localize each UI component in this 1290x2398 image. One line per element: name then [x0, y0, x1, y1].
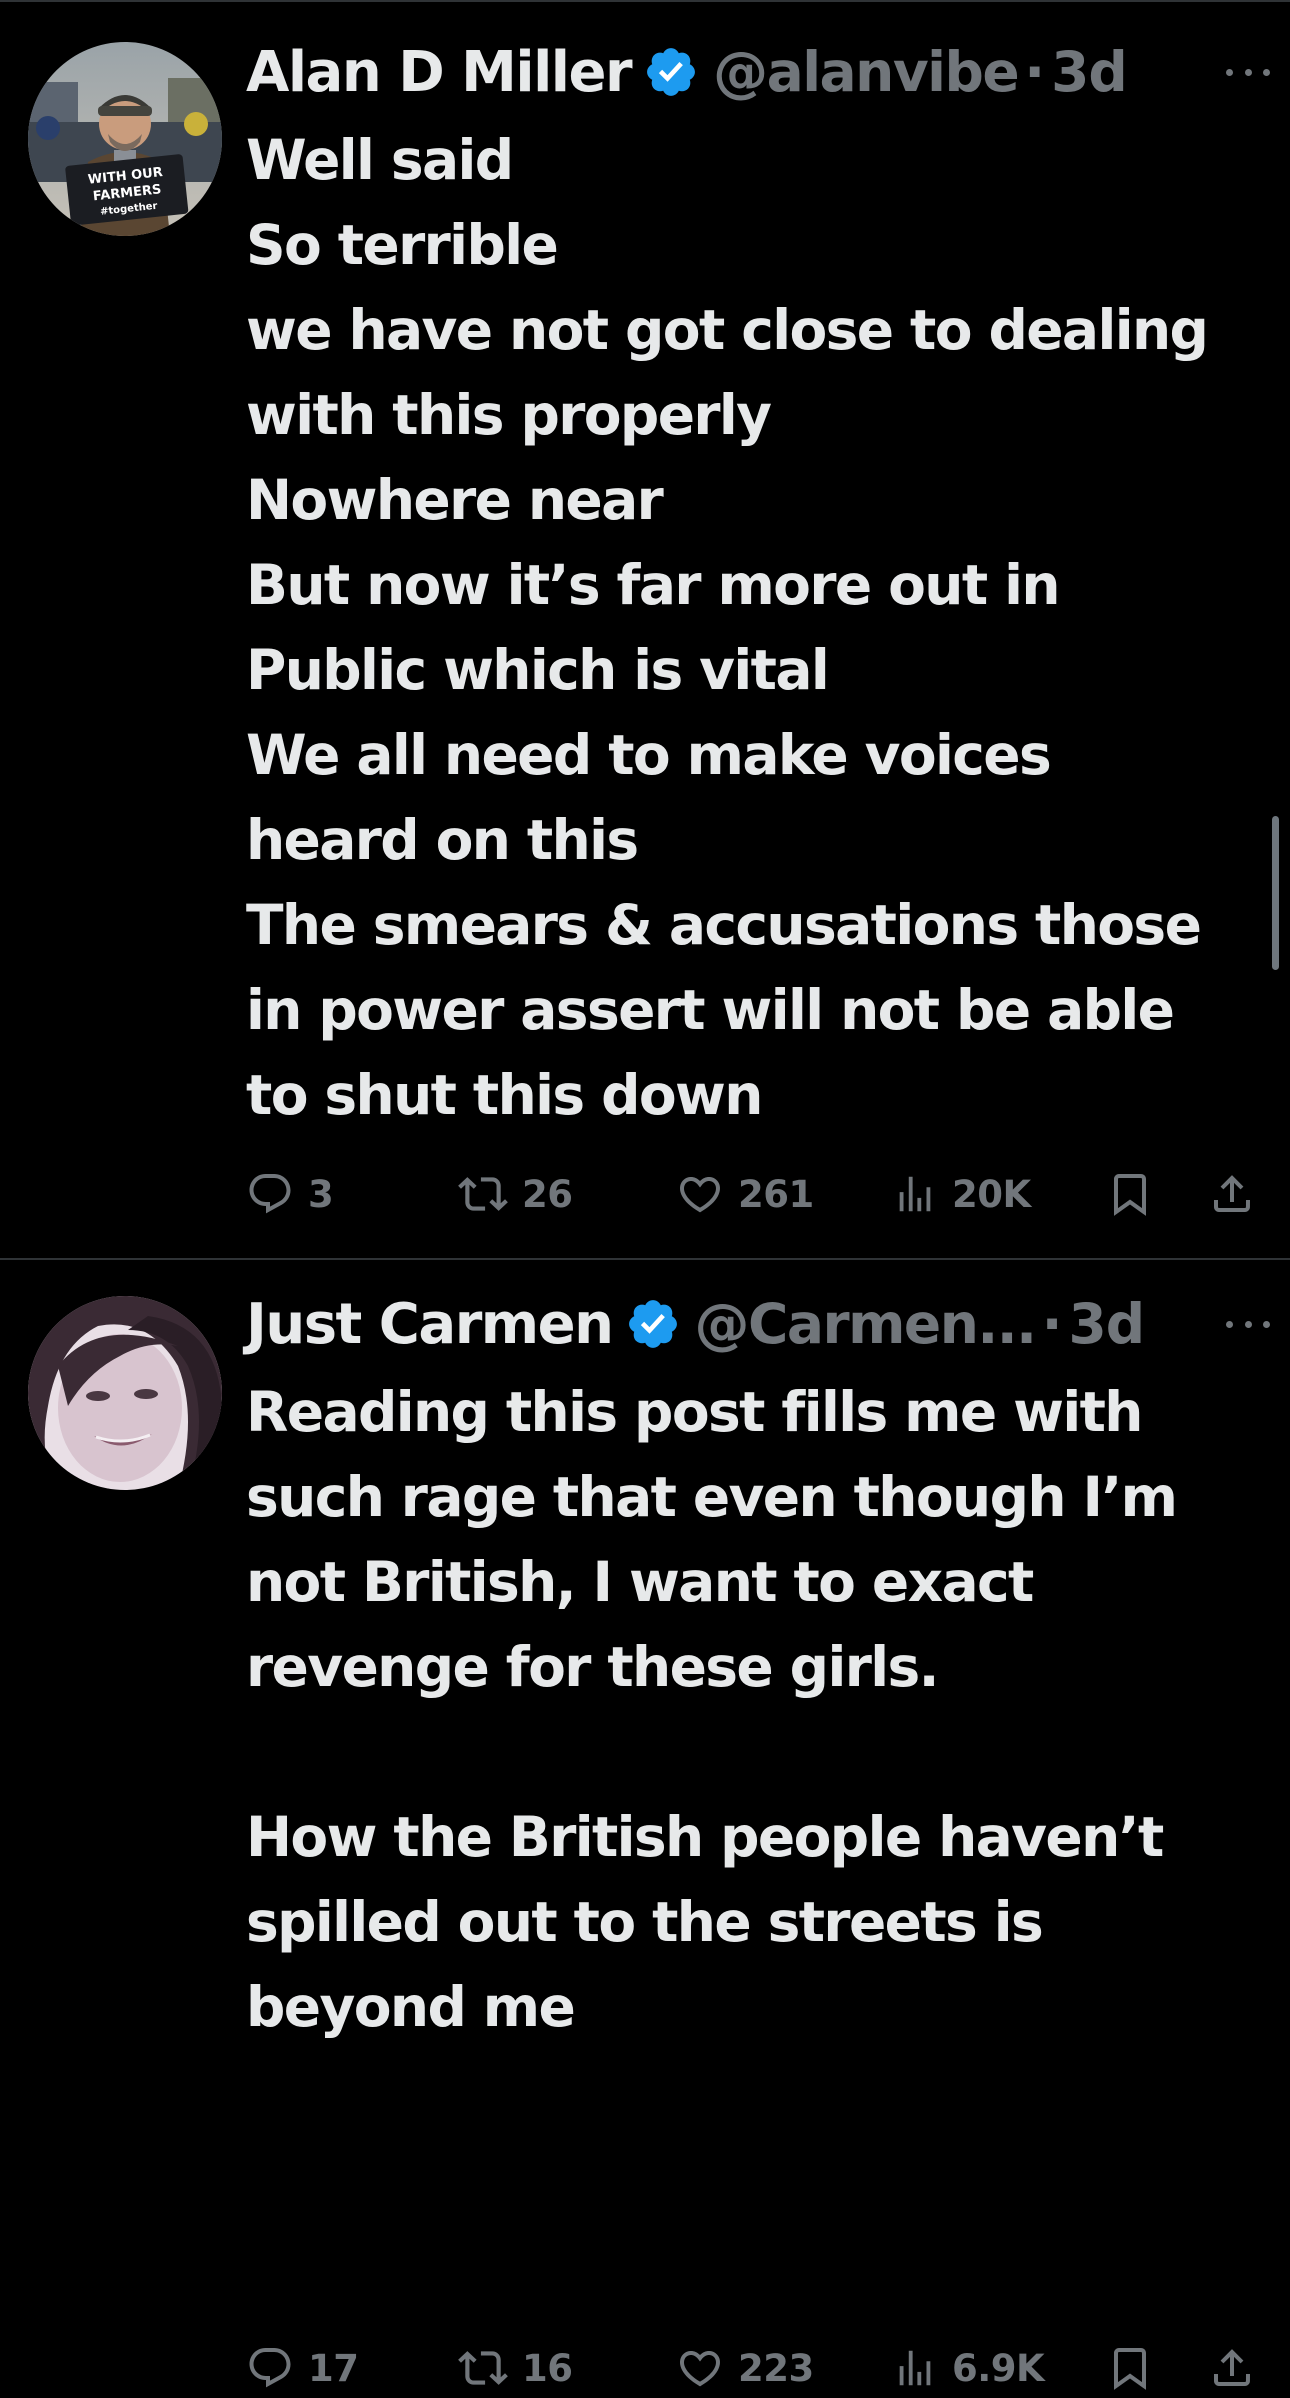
- tweet-text-line: How the British people haven’t: [246, 1805, 1164, 1869]
- repost-count: 16: [522, 2346, 573, 2390]
- handle[interactable]: @alanvibe: [713, 40, 1020, 104]
- like-count: 261: [738, 1172, 814, 1216]
- tweet-text-line: So terrible: [246, 213, 559, 277]
- timestamp[interactable]: 3d: [1068, 1292, 1145, 1356]
- views-button[interactable]: 20K: [892, 1164, 1031, 1224]
- display-name[interactable]: Just Carmen: [246, 1292, 614, 1357]
- separator-dot: ·: [1024, 40, 1046, 104]
- tweet-just-carmen[interactable]: Just Carmen @Carmen... · 3d Reading this…: [0, 1260, 1290, 2390]
- views-button[interactable]: 6.9K: [892, 2338, 1045, 2398]
- views-count: 20K: [952, 1172, 1031, 1216]
- separator-dot: ·: [1041, 1292, 1063, 1356]
- tweet-text-line: spilled out to the streets is: [246, 1890, 1044, 1954]
- display-name[interactable]: Alan D Miller: [246, 40, 633, 105]
- bookmark-icon: [1114, 1174, 1146, 1216]
- tweet-header: Just Carmen @Carmen... · 3d: [246, 1288, 1270, 1360]
- tweet-text-line: with this properly: [246, 383, 772, 447]
- tweet-text-line: Nowhere near: [246, 468, 664, 532]
- avatar[interactable]: WITH OUR FARMERS #together: [28, 42, 222, 236]
- tweet-actions: 3 26 261 20K: [246, 1164, 1256, 1224]
- tweet-text-line: revenge for these girls.: [246, 1635, 940, 1699]
- repost-icon: [458, 1177, 508, 1211]
- share-icon: [1214, 2349, 1250, 2386]
- tweet-alan-d-miller[interactable]: WITH OUR FARMERS #together Alan D Miller…: [0, 0, 1290, 1258]
- views-chart-icon: [899, 1176, 931, 1212]
- scrollbar[interactable]: [1272, 816, 1279, 970]
- tweet-text-line: But now it’s far more out in: [246, 553, 1061, 617]
- bookmark-button[interactable]: [1106, 1164, 1154, 1224]
- verified-badge-icon[interactable]: [625, 1296, 681, 1352]
- tweet-text-line: heard on this: [246, 808, 639, 872]
- tweet-actions: 17 16 223 6.9K: [246, 2338, 1256, 2398]
- handle[interactable]: @Carmen...: [695, 1292, 1038, 1356]
- like-button[interactable]: 261: [676, 1164, 814, 1224]
- tweet-text-line: Reading this post fills me with: [246, 1380, 1143, 1444]
- heart-icon: [679, 1177, 721, 1213]
- repost-icon: [458, 2351, 508, 2385]
- share-icon: [1214, 1175, 1250, 1212]
- share-button[interactable]: [1208, 2338, 1256, 2398]
- tweet-text: Well said So terrible we have not got cl…: [246, 118, 1266, 1138]
- repost-count: 26: [522, 1172, 573, 1216]
- bookmark-icon: [1114, 2348, 1146, 2390]
- tweet-text-line: The smears & accusations those: [246, 893, 1202, 957]
- views-chart-icon: [899, 2350, 931, 2386]
- tweet-text-line: [246, 1710, 1266, 1795]
- reply-button[interactable]: 17: [246, 2338, 359, 2398]
- share-button[interactable]: [1208, 1164, 1256, 1224]
- reply-icon: [249, 2348, 291, 2388]
- tweet-text-line: beyond me: [246, 1975, 576, 2039]
- tweet-text-line: not British, I want to exact: [246, 1550, 1034, 1614]
- reply-button[interactable]: 3: [246, 1164, 334, 1224]
- more-horizontal-icon[interactable]: [1226, 62, 1270, 82]
- more-horizontal-icon[interactable]: [1226, 1314, 1270, 1334]
- verified-badge-icon[interactable]: [643, 44, 699, 100]
- reply-count: 17: [308, 2346, 359, 2390]
- tweet-text-line: such rage that even though I’m: [246, 1465, 1178, 1529]
- tweet-header: Alan D Miller @alanvibe · 3d: [246, 36, 1270, 108]
- bookmark-button[interactable]: [1106, 2338, 1154, 2398]
- views-count: 6.9K: [952, 2346, 1045, 2390]
- repost-button[interactable]: 26: [458, 1164, 573, 1224]
- reply-count: 3: [308, 1172, 334, 1216]
- like-button[interactable]: 223: [676, 2338, 814, 2398]
- tweet-text-line: Public which is vital: [246, 638, 830, 702]
- avatar-photo: [28, 1296, 222, 1490]
- tweet-text-line: We all need to make voices: [246, 723, 1052, 787]
- timestamp[interactable]: 3d: [1051, 40, 1128, 104]
- avatar-photo: WITH OUR FARMERS #together: [28, 42, 222, 236]
- tweet-text-line: Well said: [246, 128, 514, 192]
- avatar[interactable]: [28, 1296, 222, 1490]
- like-count: 223: [738, 2346, 814, 2390]
- tweet-text-line: we have not got close to dealing: [246, 298, 1209, 362]
- tweet-text-line: to shut this down: [246, 1063, 763, 1127]
- tweet-text-line: in power assert will not be able: [246, 978, 1175, 1042]
- tweet-text: Reading this post fills me with such rag…: [246, 1370, 1266, 2050]
- repost-button[interactable]: 16: [458, 2338, 573, 2398]
- reply-icon: [249, 1174, 291, 1214]
- heart-icon: [679, 2351, 721, 2387]
